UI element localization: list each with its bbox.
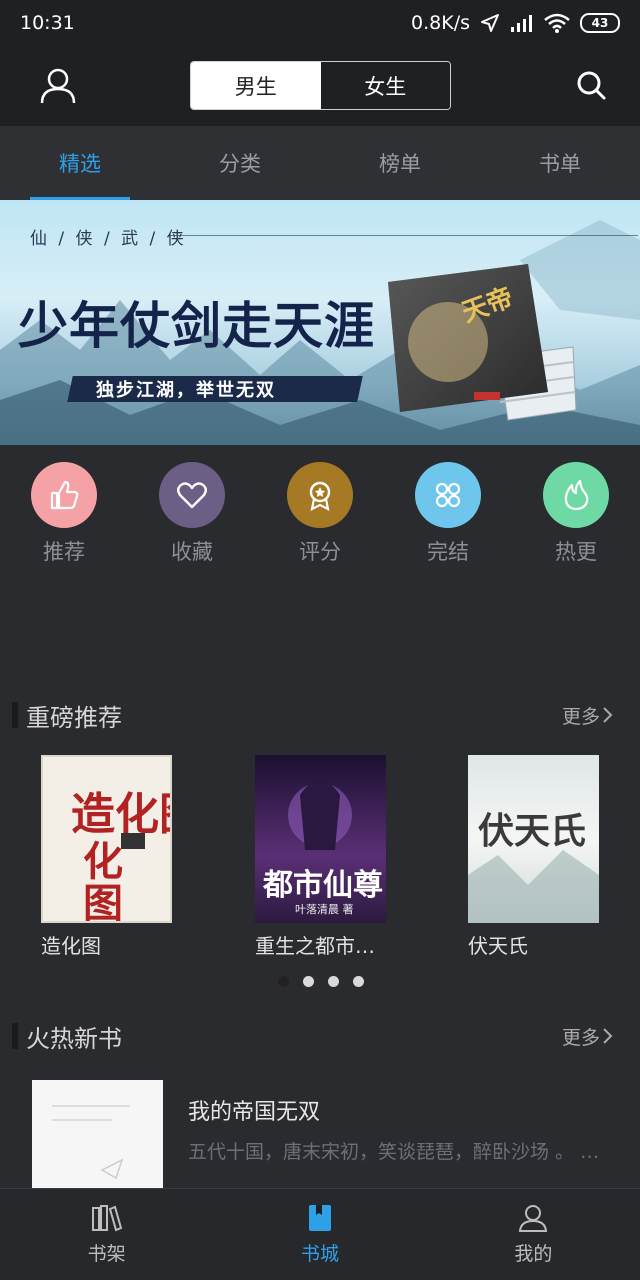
book-stack-illustration: 天帝 (388, 264, 577, 421)
quick-entry-label: 热更 (555, 540, 597, 564)
category-tabs: 精选 分类 榜单 书单 (0, 126, 640, 200)
user-icon (40, 68, 76, 104)
book-title[interactable]: 造化图 (41, 930, 101, 959)
tab-booklists[interactable]: 书单 (480, 126, 640, 200)
user-profile-button[interactable] (38, 66, 78, 106)
quick-entry-label: 收藏 (171, 540, 213, 564)
nav-profile[interactable]: 我的 (427, 1189, 640, 1280)
banner-slogan: 独步江湖，举世无双 (96, 380, 276, 401)
signal-icon (511, 15, 532, 32)
tab-rankings[interactable]: 榜单 (320, 126, 480, 200)
top-bar: 男生 女生 (0, 46, 640, 126)
quick-entry-completed[interactable]: 完结 (384, 462, 512, 566)
search-icon (577, 71, 606, 100)
nav-bookshelf[interactable]: 书架 (0, 1189, 213, 1280)
bottom-navigation: 书架 书城 我的 (0, 1188, 640, 1280)
promo-banner[interactable]: 仙 / 侠 / 武 / 侠 少年仗剑走天涯 独步江湖，举世无双 天帝 (0, 200, 640, 445)
banner-headline: 少年仗剑走天涯 (18, 296, 375, 355)
book-cover[interactable]: 伏天氏 (468, 755, 599, 923)
book-title[interactable]: 重生之都市… (255, 930, 375, 959)
heart-icon (159, 462, 225, 528)
chevron-right-icon (603, 1028, 613, 1044)
quick-entry-recommend[interactable]: 推荐 (0, 462, 128, 566)
nav-label: 书城 (300, 1243, 339, 1265)
new-book-cover[interactable] (32, 1080, 163, 1190)
svg-text:图: 图 (83, 880, 123, 923)
new-book-title[interactable]: 我的帝国无双 (188, 1094, 320, 1126)
segment-male[interactable]: 男生 (191, 62, 321, 109)
status-bar: 10:31 0.8K/s 43 (0, 0, 640, 46)
featured-section-header: 重磅推荐 更多 (0, 695, 640, 735)
tab-categories[interactable]: 分类 (160, 126, 320, 200)
svg-text:造化图: 造化图 (71, 789, 172, 840)
book-cover-art: 都市仙尊 叶落清晨 著 (262, 780, 383, 916)
quick-entry-label: 评分 (299, 540, 341, 564)
book-cover[interactable]: 都市仙尊 叶落清晨 著 (255, 755, 386, 923)
new-books-more-link[interactable]: 更多 (562, 1023, 614, 1050)
nav-label: 书架 (87, 1243, 126, 1265)
svg-text:伏天氏: 伏天氏 (478, 810, 586, 852)
banner-genre: 仙 / 侠 / 武 / 侠 (30, 229, 187, 249)
book-icon (308, 1205, 331, 1231)
clock: 10:31 (20, 12, 75, 34)
featured-pagination (278, 976, 364, 987)
banner-divider (168, 235, 638, 236)
book-cover[interactable]: 造化图 化 图 (41, 755, 172, 923)
tab-featured[interactable]: 精选 (0, 126, 160, 200)
thumbs-up-icon (31, 462, 97, 528)
quick-entry-hot-updates[interactable]: 热更 (512, 462, 640, 566)
flame-icon (543, 462, 609, 528)
segment-female[interactable]: 女生 (320, 62, 450, 109)
svg-text:都市仙尊: 都市仙尊 (262, 868, 383, 903)
network-speed: 0.8K/s (411, 12, 470, 34)
featured-dot[interactable] (278, 976, 289, 987)
wifi-icon (544, 13, 570, 33)
featured-more-link[interactable]: 更多 (562, 702, 614, 729)
quick-entry-rating[interactable]: 评分 (256, 462, 384, 566)
chevron-right-icon (603, 707, 613, 723)
featured-dot[interactable] (328, 976, 339, 987)
more-label: 更多 (561, 1026, 600, 1049)
svg-text:化: 化 (83, 838, 123, 885)
profile-icon (519, 1205, 548, 1232)
nav-bookstore[interactable]: 书城 (213, 1189, 426, 1280)
search-button[interactable] (574, 68, 610, 104)
location-icon (481, 14, 499, 32)
placeholder-cover-art (52, 1105, 130, 1180)
quick-entry-label: 完结 (427, 540, 469, 564)
book-title[interactable]: 伏天氏 (468, 930, 528, 959)
gender-segment-control: 男生 女生 (190, 61, 451, 110)
quick-entry-row: 推荐 收藏 评分 完结 热更 (0, 462, 640, 566)
bookshelf-icon (91, 1205, 122, 1232)
featured-section-title: 重磅推荐 (0, 698, 122, 733)
quick-entry-favorites[interactable]: 收藏 (128, 462, 256, 566)
book-cover-art: 伏天氏 (468, 810, 599, 923)
new-books-section-header: 火热新书 更多 (0, 1016, 640, 1056)
clover-icon (415, 462, 481, 528)
featured-dot[interactable] (353, 976, 364, 987)
quick-entry-label: 推荐 (43, 540, 85, 564)
new-book-description: 五代十国，唐末宋初，笑谈琵琶，醉卧沙场 。 … (188, 1141, 600, 1163)
more-label: 更多 (561, 705, 600, 728)
new-books-section-title: 火热新书 (0, 1019, 122, 1054)
medal-icon (287, 462, 353, 528)
battery-indicator: 43 (580, 13, 620, 33)
svg-text:叶落清晨 著: 叶落清晨 著 (295, 902, 354, 916)
featured-dot[interactable] (303, 976, 314, 987)
book-cover-art: 造化图 化 图 (71, 789, 172, 923)
nav-label: 我的 (514, 1243, 553, 1265)
